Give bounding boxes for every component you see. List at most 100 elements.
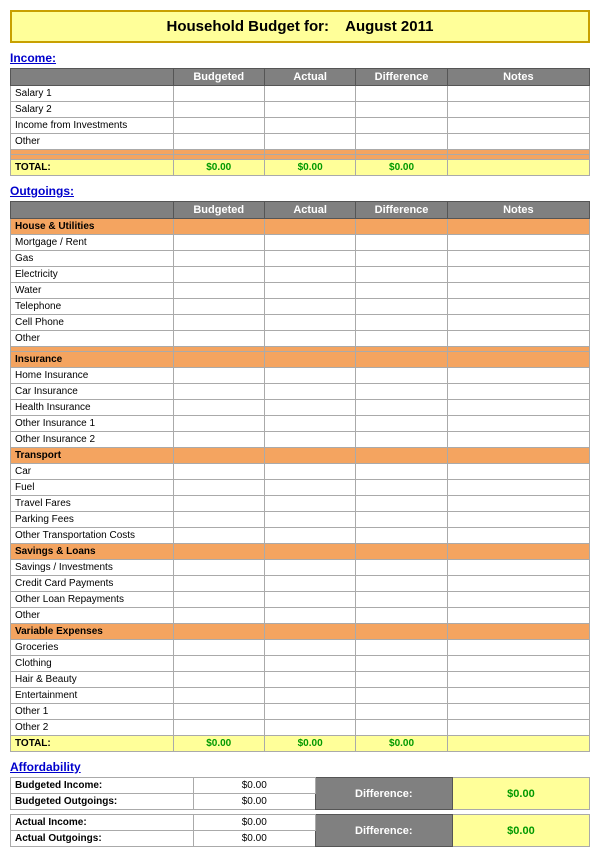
outgoings-row-budgeted[interactable] — [173, 560, 264, 576]
outgoings-row: Credit Card Payments — [11, 576, 590, 592]
outgoings-row-actual[interactable] — [264, 688, 355, 704]
outgoings-row-notes[interactable] — [447, 384, 589, 400]
outgoings-row-budgeted[interactable] — [173, 528, 264, 544]
outgoings-row-actual[interactable] — [264, 576, 355, 592]
outgoings-row-actual[interactable] — [264, 512, 355, 528]
outgoings-row-actual[interactable] — [264, 432, 355, 448]
outgoings-row-actual[interactable] — [264, 400, 355, 416]
outgoings-row-actual[interactable] — [264, 640, 355, 656]
outgoings-row-notes[interactable] — [447, 416, 589, 432]
income-row-actual[interactable] — [264, 102, 355, 118]
outgoings-row-notes[interactable] — [447, 432, 589, 448]
outgoings-row-budgeted[interactable] — [173, 464, 264, 480]
outgoings-row-budgeted[interactable] — [173, 251, 264, 267]
outgoings-row-budgeted[interactable] — [173, 315, 264, 331]
outgoings-row-label: Gas — [11, 251, 174, 267]
income-row-budgeted[interactable] — [173, 118, 264, 134]
outgoings-row-actual[interactable] — [264, 331, 355, 347]
outgoings-row-difference — [356, 560, 447, 576]
outgoings-row-notes[interactable] — [447, 368, 589, 384]
outgoings-row-notes[interactable] — [447, 688, 589, 704]
outgoings-row-budgeted[interactable] — [173, 299, 264, 315]
outgoings-row-budgeted[interactable] — [173, 608, 264, 624]
outgoings-row-notes[interactable] — [447, 464, 589, 480]
outgoings-row-notes[interactable] — [447, 480, 589, 496]
outgoings-row-actual[interactable] — [264, 251, 355, 267]
outgoings-row: Mortgage / Rent — [11, 235, 590, 251]
income-row-notes[interactable] — [447, 86, 589, 102]
outgoings-row-budgeted[interactable] — [173, 416, 264, 432]
page-title: Household Budget for: August 2011 — [10, 10, 590, 43]
outgoings-row-budgeted[interactable] — [173, 368, 264, 384]
outgoings-row-budgeted[interactable] — [173, 576, 264, 592]
outgoings-row-actual[interactable] — [264, 528, 355, 544]
outgoings-row-notes[interactable] — [447, 528, 589, 544]
outgoings-table: Budgeted Actual Difference Notes House &… — [10, 201, 590, 752]
income-row-notes[interactable] — [447, 102, 589, 118]
outgoings-row-notes[interactable] — [447, 315, 589, 331]
outgoings-row-notes[interactable] — [447, 512, 589, 528]
outgoings-row-budgeted[interactable] — [173, 592, 264, 608]
outgoings-row-notes[interactable] — [447, 331, 589, 347]
outgoings-row-actual[interactable] — [264, 299, 355, 315]
outgoings-row-budgeted[interactable] — [173, 672, 264, 688]
outgoings-row-budgeted[interactable] — [173, 267, 264, 283]
outgoings-row-budgeted[interactable] — [173, 656, 264, 672]
income-row-budgeted[interactable] — [173, 102, 264, 118]
income-row-actual[interactable] — [264, 86, 355, 102]
outgoings-row-actual[interactable] — [264, 235, 355, 251]
outgoings-row-actual[interactable] — [264, 704, 355, 720]
outgoings-row-notes[interactable] — [447, 720, 589, 736]
outgoings-row-actual[interactable] — [264, 672, 355, 688]
income-row-budgeted[interactable] — [173, 134, 264, 150]
outgoings-row-notes[interactable] — [447, 576, 589, 592]
outgoings-row-actual[interactable] — [264, 267, 355, 283]
outgoings-row-budgeted[interactable] — [173, 283, 264, 299]
outgoings-row-actual[interactable] — [264, 496, 355, 512]
income-row-notes[interactable] — [447, 134, 589, 150]
outgoings-row-actual[interactable] — [264, 384, 355, 400]
outgoings-row-budgeted[interactable] — [173, 512, 264, 528]
outgoings-row-budgeted[interactable] — [173, 688, 264, 704]
outgoings-row-actual[interactable] — [264, 480, 355, 496]
outgoings-row-actual[interactable] — [264, 720, 355, 736]
outgoings-row-actual[interactable] — [264, 592, 355, 608]
outgoings-row-notes[interactable] — [447, 592, 589, 608]
outgoings-row-budgeted[interactable] — [173, 384, 264, 400]
outgoings-row-notes[interactable] — [447, 267, 589, 283]
outgoings-row-budgeted[interactable] — [173, 704, 264, 720]
outgoings-row-notes[interactable] — [447, 672, 589, 688]
income-row-difference — [356, 118, 447, 134]
outgoings-row-notes[interactable] — [447, 608, 589, 624]
income-row-actual[interactable] — [264, 118, 355, 134]
outgoings-row-actual[interactable] — [264, 608, 355, 624]
outgoings-row-budgeted[interactable] — [173, 331, 264, 347]
outgoings-row-actual[interactable] — [264, 283, 355, 299]
outgoings-row-notes[interactable] — [447, 283, 589, 299]
outgoings-row-actual[interactable] — [264, 368, 355, 384]
income-row-budgeted[interactable] — [173, 86, 264, 102]
outgoings-row-budgeted[interactable] — [173, 640, 264, 656]
outgoings-row-budgeted[interactable] — [173, 400, 264, 416]
outgoings-row-actual[interactable] — [264, 416, 355, 432]
outgoings-row-budgeted[interactable] — [173, 496, 264, 512]
outgoings-row-notes[interactable] — [447, 235, 589, 251]
outgoings-row-actual[interactable] — [264, 560, 355, 576]
outgoings-row-notes[interactable] — [447, 299, 589, 315]
outgoings-row-notes[interactable] — [447, 640, 589, 656]
outgoings-row-notes[interactable] — [447, 704, 589, 720]
outgoings-row-budgeted[interactable] — [173, 480, 264, 496]
outgoings-row-notes[interactable] — [447, 400, 589, 416]
outgoings-row-budgeted[interactable] — [173, 720, 264, 736]
outgoings-row-notes[interactable] — [447, 251, 589, 267]
income-row-actual[interactable] — [264, 134, 355, 150]
outgoings-row-actual[interactable] — [264, 464, 355, 480]
outgoings-row-actual[interactable] — [264, 315, 355, 331]
outgoings-row-notes[interactable] — [447, 560, 589, 576]
outgoings-row-notes[interactable] — [447, 496, 589, 512]
outgoings-row-actual[interactable] — [264, 656, 355, 672]
income-row-notes[interactable] — [447, 118, 589, 134]
outgoings-row-budgeted[interactable] — [173, 432, 264, 448]
outgoings-row-budgeted[interactable] — [173, 235, 264, 251]
outgoings-row-notes[interactable] — [447, 656, 589, 672]
